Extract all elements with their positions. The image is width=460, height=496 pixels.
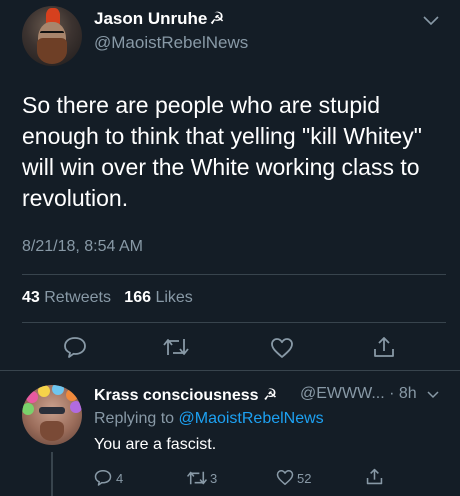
- share-icon[interactable]: [366, 467, 383, 486]
- reply-author-avatar[interactable]: [22, 385, 82, 445]
- reply-text: You are a fascist.: [94, 436, 217, 453]
- reply-count: 4: [116, 471, 124, 486]
- share-icon[interactable]: [373, 335, 395, 359]
- hammer-sickle-badge: ☭: [209, 9, 225, 28]
- author-avatar[interactable]: [22, 6, 82, 66]
- mention-link[interactable]: @MaoistRebelNews: [179, 410, 324, 427]
- author-name[interactable]: Jason Unruhe ☭: [94, 9, 225, 29]
- author-handle[interactable]: @MaoistRebelNews: [94, 33, 248, 53]
- retweet-icon[interactable]: [162, 337, 190, 357]
- tweet-stats: 43 Retweets 166 Likes: [22, 289, 193, 307]
- reply-icon[interactable]: [94, 469, 112, 486]
- retweet-icon[interactable]: [186, 470, 208, 486]
- retweet-count: 3: [210, 471, 218, 486]
- like-count: 52: [297, 471, 312, 486]
- reply-author-name[interactable]: Krass consciousness ☭: [94, 385, 277, 405]
- likes-stat[interactable]: 166 Likes: [124, 289, 193, 306]
- replying-to: Replying to @MaoistRebelNews: [94, 410, 324, 427]
- reply-meta: @EWWW... · 8h: [300, 385, 417, 402]
- thread-line: [51, 452, 53, 496]
- chevron-down-icon[interactable]: [427, 391, 439, 399]
- like-icon[interactable]: [270, 337, 294, 359]
- retweets-stat[interactable]: 43 Retweets: [22, 289, 111, 306]
- divider: [22, 322, 446, 323]
- tweet-timestamp: 8/21/18, 8:54 AM: [22, 238, 143, 255]
- divider: [22, 274, 446, 275]
- divider: [0, 370, 460, 371]
- hammer-sickle-badge: ☭: [262, 387, 278, 404]
- chevron-down-icon[interactable]: [423, 16, 439, 26]
- tweet-text: So there are people who are stupid enoug…: [22, 92, 422, 211]
- reply-icon[interactable]: [63, 336, 87, 358]
- like-icon[interactable]: [276, 469, 294, 486]
